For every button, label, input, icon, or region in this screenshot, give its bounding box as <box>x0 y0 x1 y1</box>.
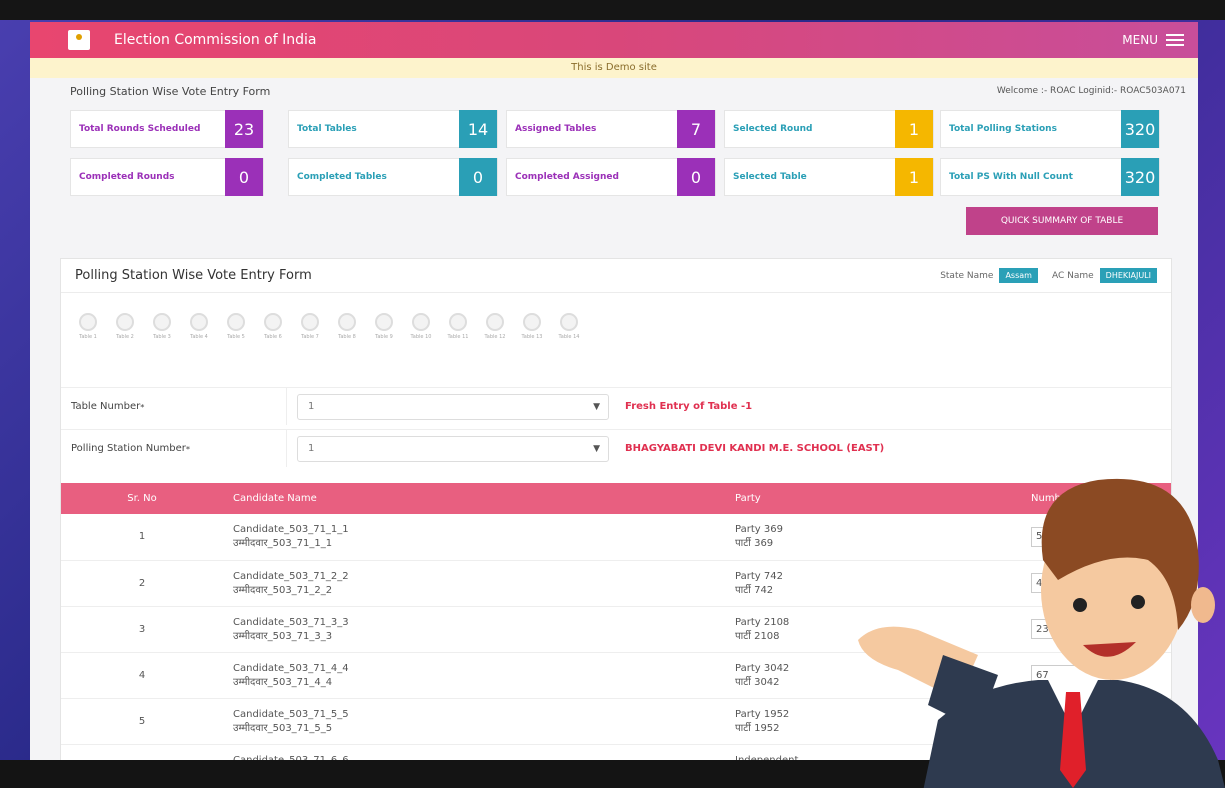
table-number-row: Table Number * 1 ▼ Fresh Entry of Table -… <box>61 387 1171 425</box>
candidate-name-cell: Candidate_503_71_3_3 उम्मीदवार_503_71_3_3 <box>223 606 725 653</box>
candidate-name-hindi: उम्मीदवार_503_71_5_5 <box>233 722 333 734</box>
stat-card: Total PS With Null Count 320 <box>940 158 1160 196</box>
screen-frame-top <box>0 0 1225 20</box>
state-label: State Name <box>940 270 994 281</box>
sr-no-cell: 4 <box>61 652 223 699</box>
table-number-select[interactable]: 1 ▼ <box>297 393 609 420</box>
stat-card: Total Polling Stations 320 <box>940 110 1160 148</box>
stat-card: Assigned Tables 7 <box>506 110 716 148</box>
step-circle-icon[interactable]: Table 13 <box>519 313 545 340</box>
table-step-indicator: Table 1 Table 2 Table 3 Table 4 Table 5 Table… <box>75 313 582 340</box>
stat-label: Total Polling Stations <box>949 124 1057 134</box>
stat-value: 0 <box>459 158 497 196</box>
candidate-name-hindi: उम्मीदवार_503_71_1_1 <box>233 538 333 550</box>
chevron-down-icon: ▼ <box>593 443 600 454</box>
stat-value: 320 <box>1121 110 1159 148</box>
step-circle-icon[interactable]: Table 14 <box>556 313 582 340</box>
stat-value: 14 <box>459 110 497 148</box>
step-circle-icon[interactable]: Table 1 <box>75 313 101 340</box>
stat-value: 0 <box>225 158 263 196</box>
stat-card: Completed Rounds 0 <box>70 158 264 196</box>
demo-banner: This is Demo site <box>30 58 1198 78</box>
candidate-name-cell: Candidate_503_71_5_5 उम्मीदवार_503_71_5_5 <box>223 698 725 745</box>
stat-label: Total Tables <box>297 124 357 134</box>
stat-value: 23 <box>225 110 263 148</box>
form-header: Polling Station Wise Vote Entry Form Wel… <box>30 78 1198 104</box>
eci-logo <box>68 30 90 50</box>
polling-station-select[interactable]: 1 ▼ <box>297 435 609 462</box>
hamburger-icon <box>1166 33 1184 47</box>
quick-summary-button[interactable]: QUICK SUMMARY OF TABLE <box>966 207 1158 235</box>
step-circle-icon[interactable]: Table 6 <box>260 313 286 340</box>
panel-header: Polling Station Wise Vote Entry Form Sta… <box>61 259 1171 293</box>
step-circle-icon[interactable]: Table 4 <box>186 313 212 340</box>
table-entry-message: Fresh Entry of Table -1 <box>625 401 753 412</box>
stat-value: 320 <box>1121 158 1159 196</box>
step-circle-icon[interactable]: Table 3 <box>149 313 175 340</box>
candidate-name-hindi: उम्मीदवार_503_71_4_4 <box>233 676 333 688</box>
stat-card: Selected Round 1 <box>724 110 934 148</box>
stat-card: Completed Assigned 0 <box>506 158 716 196</box>
candidate-name: Candidate_503_71_4_4 <box>233 662 349 674</box>
presenter-cartoon-image <box>858 478 1225 788</box>
stat-label: Selected Table <box>733 172 807 182</box>
candidate-name: Candidate_503_71_5_5 <box>233 708 349 720</box>
table-number-label: Table Number * <box>61 388 287 425</box>
stat-card: Total Tables 14 <box>288 110 498 148</box>
candidate-name-hindi: उम्मीदवार_503_71_2_2 <box>233 584 333 596</box>
candidate-name-cell: Candidate_503_71_4_4 उम्मीदवार_503_71_4_4 <box>223 652 725 699</box>
candidate-name: Candidate_503_71_3_3 <box>233 616 349 628</box>
step-circle-icon[interactable]: Table 10 <box>408 313 434 340</box>
stat-label: Total PS With Null Count <box>949 172 1073 182</box>
ac-label: AC Name <box>1051 270 1094 281</box>
stat-value: 7 <box>677 110 715 148</box>
candidate-name-cell: Candidate_503_71_1_1 उम्मीदवार_503_71_1_1 <box>223 514 725 561</box>
sr-no-cell: 1 <box>61 514 223 561</box>
col-candidate-name: Candidate Name <box>223 483 725 514</box>
stat-value: 1 <box>895 110 933 148</box>
polling-station-label: Polling Station Number * <box>61 430 287 467</box>
stat-card: Completed Tables 0 <box>288 158 498 196</box>
state-badge: Assam <box>999 268 1038 283</box>
top-navbar: Election Commission of India MENU <box>30 22 1198 58</box>
candidate-name: Candidate_503_71_1_1 <box>233 524 349 536</box>
app-title: Election Commission of India <box>114 32 317 48</box>
step-circle-icon[interactable]: Table 9 <box>371 313 397 340</box>
stat-label: Selected Round <box>733 124 813 134</box>
stat-label: Completed Tables <box>297 172 387 182</box>
state-ac-info: State Name Assam AC Name DHEKIAJULI <box>940 268 1157 283</box>
stat-label: Total Rounds Scheduled <box>79 124 201 134</box>
stat-value: 1 <box>895 158 933 196</box>
candidate-name: Candidate_503_71_2_2 <box>233 570 349 582</box>
step-circle-icon[interactable]: Table 11 <box>445 313 471 340</box>
stat-card: Total Rounds Scheduled 23 <box>70 110 264 148</box>
step-circle-icon[interactable]: Table 8 <box>334 313 360 340</box>
form-header-title: Polling Station Wise Vote Entry Form <box>70 84 271 98</box>
step-circle-icon[interactable]: Table 2 <box>112 313 138 340</box>
sr-no-cell: 5 <box>61 698 223 745</box>
stat-label: Assigned Tables <box>515 124 597 134</box>
sr-no-cell: 3 <box>61 606 223 653</box>
step-circle-icon[interactable]: Table 7 <box>297 313 323 340</box>
panel-title: Polling Station Wise Vote Entry Form <box>75 268 312 283</box>
menu-button[interactable]: MENU <box>1122 33 1184 47</box>
col-sr-no: Sr. No <box>61 483 223 514</box>
step-circle-icon[interactable]: Table 5 <box>223 313 249 340</box>
stat-label: Completed Assigned <box>515 172 619 182</box>
step-circle-icon[interactable]: Table 12 <box>482 313 508 340</box>
sr-no-cell: 2 <box>61 560 223 607</box>
ac-badge: DHEKIAJULI <box>1099 268 1157 283</box>
welcome-text: Welcome :- ROAC Loginid:- ROAC503A071 <box>996 86 1186 96</box>
stat-value: 0 <box>677 158 715 196</box>
chevron-down-icon: ▼ <box>593 401 600 412</box>
candidate-name-hindi: उम्मीदवार_503_71_3_3 <box>233 630 333 642</box>
stat-label: Completed Rounds <box>79 172 175 182</box>
stat-card: Selected Table 1 <box>724 158 934 196</box>
menu-label: MENU <box>1122 33 1158 47</box>
polling-station-name: BHAGYABATI DEVI KANDI M.E. SCHOOL (EAST) <box>625 443 885 454</box>
candidate-name-cell: Candidate_503_71_2_2 उम्मीदवार_503_71_2_2 <box>223 560 725 607</box>
